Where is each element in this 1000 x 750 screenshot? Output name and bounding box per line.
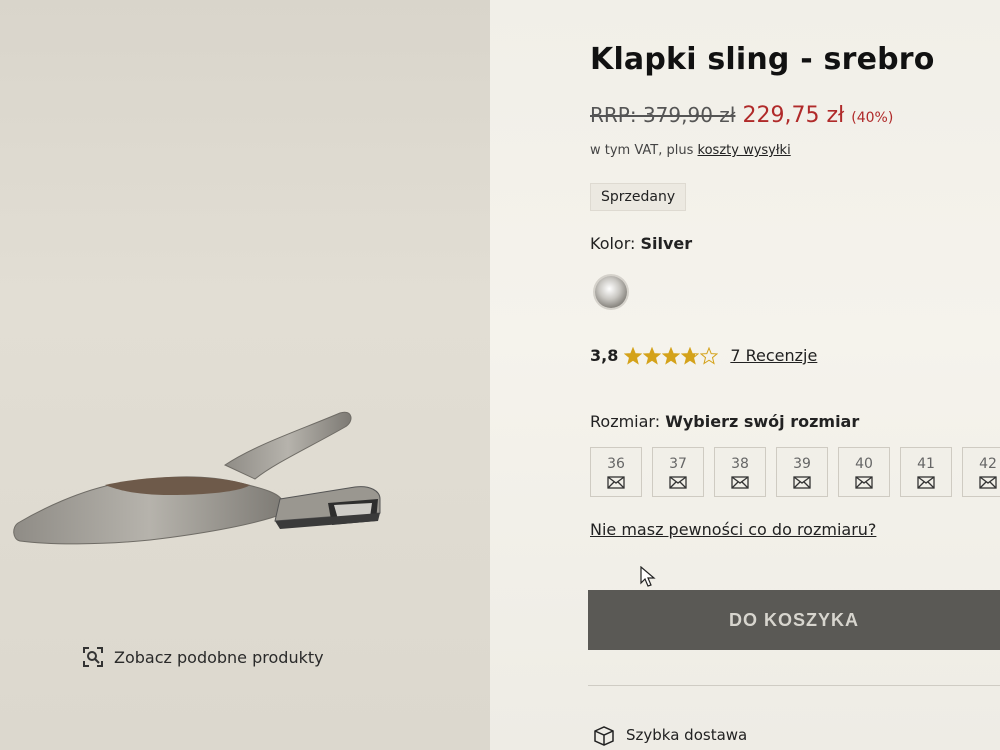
size-option[interactable]: 40 — [838, 447, 890, 497]
fast-delivery: Szybka dostawa — [592, 724, 747, 746]
star-icon — [662, 346, 681, 365]
color-label: Kolor: Silver — [590, 234, 692, 253]
size-number: 37 — [669, 455, 687, 472]
sold-badge: Sprzedany — [590, 183, 687, 211]
size-prefix: Rozmiar: — [590, 412, 661, 431]
size-option[interactable]: 37 — [652, 447, 704, 497]
rating-stars — [624, 346, 719, 365]
vat-text: w tym VAT, plus — [590, 143, 694, 158]
star-icon — [624, 346, 643, 365]
product-title: Klapki sling - srebro — [590, 42, 935, 77]
cursor-icon — [640, 566, 656, 587]
mail-icon — [793, 475, 811, 489]
mail-icon — [979, 475, 997, 489]
product-image[interactable] — [10, 395, 390, 560]
box-icon — [594, 726, 614, 746]
size-help-link[interactable]: Nie masz pewności co do rozmiaru? — [590, 520, 876, 539]
product-image-panel — [0, 0, 490, 750]
divider — [588, 685, 1000, 686]
mail-icon — [855, 475, 873, 489]
vat-info: w tym VAT, plus koszty wysyłki — [590, 143, 791, 158]
size-number: 42 — [979, 455, 997, 472]
similar-products-label: Zobacz podobne produkty — [114, 647, 324, 667]
size-number: 38 — [731, 455, 749, 472]
color-value: Silver — [640, 234, 693, 253]
price-row: RRP: 379,90 zł 229,75 zł (40%) — [590, 103, 893, 128]
size-number: 41 — [917, 455, 935, 472]
size-option[interactable]: 39 — [776, 447, 828, 497]
size-option[interactable]: 42 — [962, 447, 1000, 497]
search-similar-icon — [83, 647, 103, 667]
rating-score: 3,8 — [590, 346, 619, 365]
add-to-cart-button[interactable]: DO KOSZYKA — [588, 590, 1000, 650]
size-option[interactable]: 36 — [590, 447, 642, 497]
size-option[interactable]: 38 — [714, 447, 766, 497]
size-number: 36 — [607, 455, 625, 472]
fast-delivery-label: Szybka dostawa — [626, 726, 748, 744]
star-icon — [700, 346, 719, 365]
color-prefix: Kolor: — [590, 234, 636, 253]
size-number: 40 — [855, 455, 873, 472]
color-swatch-silver[interactable] — [595, 276, 627, 308]
size-option[interactable]: 41 — [900, 447, 952, 497]
reviews-link[interactable]: 7 Recenzje — [730, 346, 817, 365]
discount-percent: (40%) — [851, 110, 894, 126]
star-icon — [643, 346, 662, 365]
star-icon — [681, 346, 700, 365]
mail-icon — [917, 475, 935, 489]
size-value: Wybierz swój rozmiar — [665, 412, 860, 431]
sale-price: 229,75 zł — [742, 103, 845, 128]
rating-row: 3,8 7 Recenzje — [590, 346, 817, 365]
mail-icon — [607, 475, 625, 489]
similar-products-link[interactable]: Zobacz podobne produkty — [82, 646, 324, 668]
mail-icon — [731, 475, 749, 489]
shipping-cost-link[interactable]: koszty wysyłki — [698, 143, 791, 158]
size-number: 39 — [793, 455, 811, 472]
mail-icon — [669, 475, 687, 489]
size-label: Rozmiar: Wybierz swój rozmiar — [590, 412, 859, 431]
size-options: 36 37 38 39 40 41 42 — [590, 447, 1000, 497]
rrp-price: RRP: 379,90 zł — [590, 103, 736, 127]
